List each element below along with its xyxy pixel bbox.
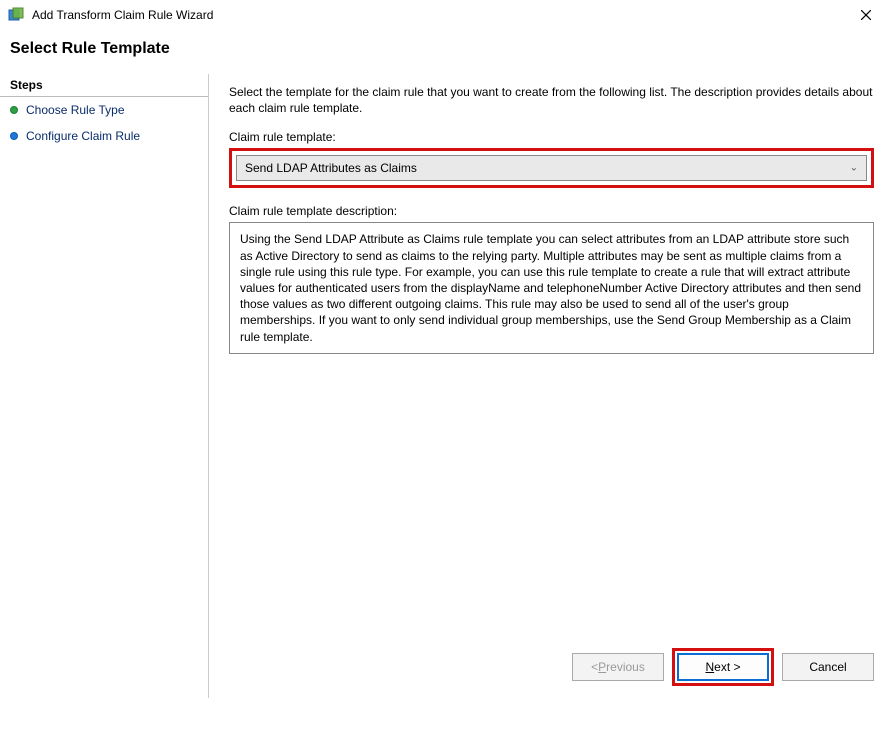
claim-rule-template-combobox[interactable]: Send LDAP Attributes as Claims ⌄ [236, 155, 867, 181]
page-title: Select Rule Template [10, 40, 884, 58]
template-field-label: Claim rule template: [229, 130, 874, 144]
template-combo-highlight: Send LDAP Attributes as Claims ⌄ [229, 148, 874, 188]
step-bullet-icon [10, 106, 18, 114]
titlebar: Add Transform Claim Rule Wizard [0, 0, 894, 30]
intro-text: Select the template for the claim rule t… [229, 84, 874, 116]
main-panel: Select the template for the claim rule t… [208, 74, 894, 698]
btn-label: Cancel [809, 660, 846, 674]
next-button[interactable]: Next > [677, 653, 769, 681]
template-description: Using the Send LDAP Attribute as Claims … [229, 222, 874, 353]
wizard-body: Steps Choose Rule Type Configure Claim R… [0, 74, 894, 698]
btn-mnemonic: N [705, 660, 714, 674]
step-choose-rule-type[interactable]: Choose Rule Type [0, 97, 208, 123]
wizard-button-row: < Previous Next > Cancel [572, 648, 874, 686]
btn-mnemonic: P [598, 660, 606, 674]
window-title: Add Transform Claim Rule Wizard [32, 8, 846, 22]
page-header: Select Rule Template [0, 30, 894, 74]
cancel-button[interactable]: Cancel [782, 653, 874, 681]
step-label: Configure Claim Rule [26, 129, 140, 143]
previous-button: < Previous [572, 653, 664, 681]
btn-suffix: ext > [714, 660, 740, 674]
step-bullet-icon [10, 132, 18, 140]
btn-suffix: revious [606, 660, 645, 674]
close-button[interactable] [846, 1, 886, 29]
app-icon [8, 7, 24, 23]
steps-heading: Steps [0, 74, 208, 97]
chevron-down-icon: ⌄ [850, 163, 858, 174]
next-button-highlight: Next > [672, 648, 774, 686]
combo-selected-value: Send LDAP Attributes as Claims [245, 161, 417, 175]
step-label: Choose Rule Type [26, 103, 125, 117]
btn-prefix: < [591, 660, 598, 674]
steps-sidebar: Steps Choose Rule Type Configure Claim R… [0, 74, 208, 698]
step-configure-claim-rule[interactable]: Configure Claim Rule [0, 123, 208, 149]
description-label: Claim rule template description: [229, 204, 874, 218]
